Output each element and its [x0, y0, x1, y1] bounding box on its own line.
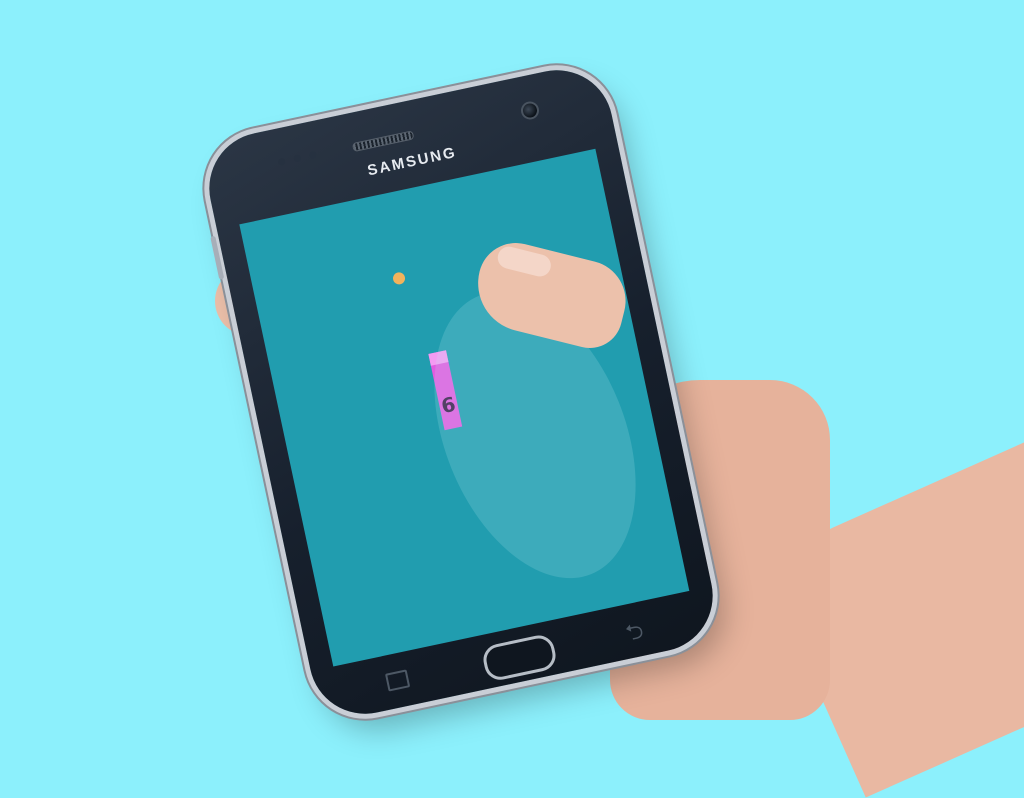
scene: SAMSUNG 6 ⮌ [0, 0, 1024, 798]
thumb-nail [495, 244, 554, 279]
game-ball [391, 271, 407, 286]
